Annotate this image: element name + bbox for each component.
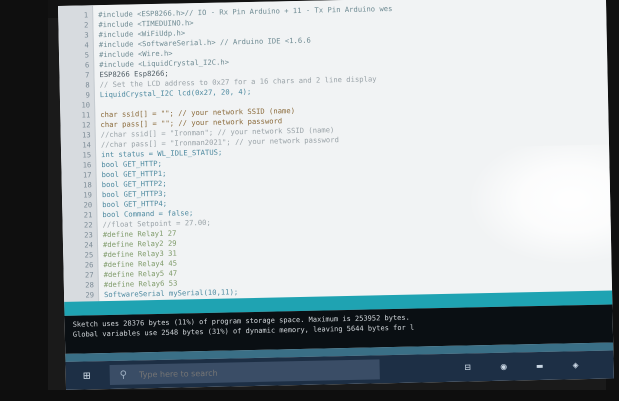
line-number: 3 — [84, 30, 89, 40]
line-number: 24 — [84, 240, 94, 250]
line-number: 9 — [85, 90, 90, 100]
line-number: 18 — [83, 180, 92, 190]
line-number: 4 — [84, 40, 89, 50]
search-input[interactable] — [136, 364, 352, 380]
line-number: 21 — [83, 210, 93, 220]
line-number: 6 — [84, 60, 90, 70]
browser-icon[interactable]: ◉ — [493, 359, 513, 375]
line-number: 20 — [83, 200, 93, 210]
monitor-screen: 1 #include <ESP8266.h>// IO - Rx Pin Ardu… — [58, 0, 614, 390]
monitor-bezel-left — [0, 0, 48, 401]
file-explorer-icon[interactable]: ▬ — [529, 358, 549, 374]
line-number: 19 — [83, 190, 93, 200]
line-number: 8 — [85, 80, 90, 90]
windows-logo-icon: ⊞ — [82, 368, 91, 383]
line-number: 15 — [82, 150, 92, 160]
line-number: 11 — [81, 110, 91, 120]
line-number: 16 — [82, 160, 92, 170]
line-number: 14 — [82, 140, 92, 150]
store-icon[interactable]: ◈ — [565, 357, 585, 373]
line-number: 7 — [85, 70, 90, 80]
monitor-bezel-bottom — [0, 390, 619, 401]
line-number: 28 — [85, 280, 94, 290]
line-number: 27 — [84, 270, 94, 280]
line-number: 29 — [85, 290, 95, 300]
line-number: 17 — [82, 170, 92, 180]
line-number: 23 — [84, 230, 93, 240]
line-number: 10 — [81, 100, 91, 110]
line-number: 5 — [84, 50, 90, 60]
line-number: 13 — [81, 130, 91, 140]
line-number: 12 — [81, 120, 91, 130]
search-icon: ⚲ — [119, 369, 128, 381]
line-number: 25 — [84, 250, 94, 260]
line-number: 1 — [83, 10, 89, 20]
task-view-icon[interactable]: ⊟ — [457, 359, 477, 375]
taskbar-search-box[interactable]: ⚲ — [109, 359, 380, 385]
line-number: 26 — [84, 260, 94, 270]
code-editor[interactable]: 1 #include <ESP8266.h>// IO - Rx Pin Ardu… — [58, 0, 614, 302]
line-number: 22 — [83, 220, 93, 230]
line-number: 2 — [83, 20, 89, 30]
start-button[interactable]: ⊞ — [74, 366, 100, 385]
